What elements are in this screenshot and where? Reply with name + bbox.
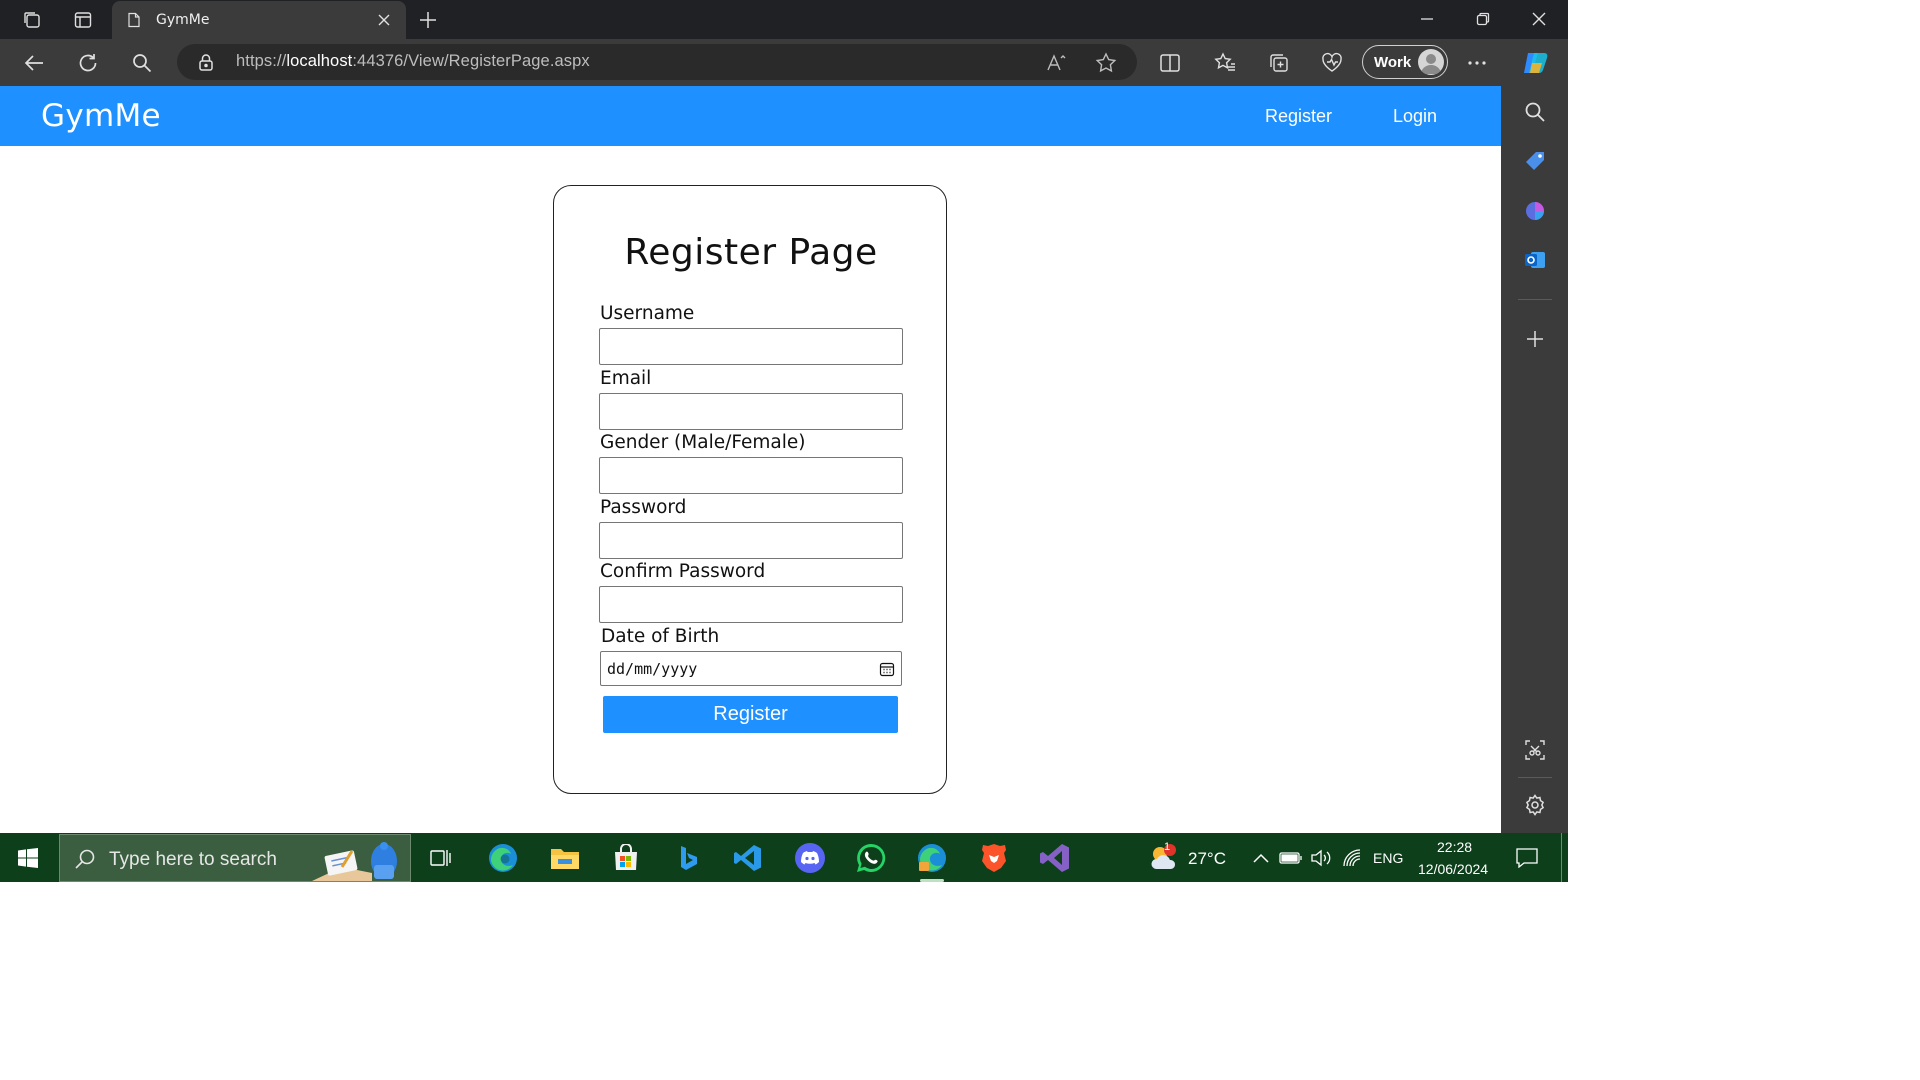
windows-start-icon[interactable] <box>18 848 38 868</box>
input-language[interactable]: ENG <box>1373 850 1403 866</box>
nav-login-link[interactable]: Login <box>1393 106 1437 127</box>
minimize-icon[interactable] <box>1407 4 1447 34</box>
taskbar-search-icon <box>75 849 95 869</box>
username-input[interactable] <box>599 328 903 365</box>
new-tab-icon[interactable] <box>414 6 442 34</box>
sidebar-search-icon[interactable] <box>1523 100 1547 124</box>
copilot-icon[interactable] <box>1520 48 1550 78</box>
web-page: GymMe Register Login Register Page Usern… <box>0 86 1501 833</box>
microsoft-store-icon[interactable] <box>609 841 643 875</box>
email-label: Email <box>600 368 652 389</box>
workspaces-icon[interactable] <box>18 6 46 34</box>
tab-actions-icon[interactable] <box>69 6 97 34</box>
outlook-icon[interactable] <box>1523 248 1547 272</box>
register-card: Register Page Username Email Gender (Mal… <box>553 185 947 794</box>
battery-icon[interactable] <box>1275 841 1307 875</box>
lock-icon[interactable] <box>197 53 215 71</box>
password-input[interactable] <box>599 522 903 559</box>
bing-icon[interactable] <box>670 841 704 875</box>
show-desktop-divider[interactable] <box>1561 833 1562 882</box>
site-navbar: GymMe Register Login <box>0 86 1501 146</box>
screenshot-icon[interactable] <box>1523 738 1547 762</box>
browser-tab-bar: GymMe <box>0 0 1568 39</box>
site-brand[interactable]: GymMe <box>41 98 161 134</box>
page-title: Register Page <box>624 232 878 273</box>
weather-temperature[interactable]: 27°C <box>1188 849 1226 869</box>
nav-register-link[interactable]: Register <box>1265 106 1332 127</box>
split-screen-icon[interactable] <box>1155 48 1185 78</box>
collections-icon[interactable] <box>1264 48 1294 78</box>
vscode-icon[interactable] <box>731 841 765 875</box>
gender-label: Gender (Male/Female) <box>600 432 806 453</box>
tab-title: GymMe <box>156 12 210 28</box>
edge-taskbar-icon[interactable] <box>486 841 520 875</box>
add-sidebar-app-icon[interactable] <box>1523 327 1547 351</box>
favorites-icon[interactable] <box>1210 48 1240 78</box>
taskbar-search-placeholder: Type here to search <box>109 849 277 870</box>
close-window-icon[interactable] <box>1519 4 1559 34</box>
task-view-icon[interactable] <box>424 841 458 875</box>
settings-gear-icon[interactable] <box>1523 793 1547 817</box>
file-explorer-icon[interactable] <box>548 841 582 875</box>
windows-taskbar: Type here to search 1 27°C ENG 22:28 12/… <box>0 833 1568 882</box>
brave-icon[interactable] <box>977 841 1011 875</box>
url-text[interactable]: https://localhost:44376/View/RegisterPag… <box>236 52 590 71</box>
register-button[interactable]: Register <box>603 696 898 733</box>
sidebar-divider <box>1518 299 1552 300</box>
avatar <box>1418 49 1444 75</box>
browser-toolbar: https://localhost:44376/View/RegisterPag… <box>0 39 1568 86</box>
confirm-password-input[interactable] <box>599 586 903 623</box>
show-hidden-icons-chevron-up-icon[interactable] <box>1245 841 1277 875</box>
weather-badge-count: 1 <box>1164 841 1171 853</box>
edge-drop-icon[interactable] <box>1523 199 1547 223</box>
edge-dev-taskbar-icon[interactable] <box>915 841 949 882</box>
page-icon <box>128 12 140 28</box>
notification-center-icon[interactable] <box>1510 841 1544 875</box>
close-tab-icon[interactable] <box>374 10 394 30</box>
address-bar[interactable]: https://localhost:44376/View/RegisterPag… <box>177 44 1137 80</box>
taskbar-search-box[interactable]: Type here to search <box>59 834 411 882</box>
profile-button[interactable]: Work <box>1362 45 1448 79</box>
calendar-icon[interactable] <box>879 661 895 677</box>
dob-label: Date of Birth <box>601 626 720 647</box>
search-highlight-illustration-icon <box>312 842 397 881</box>
clock-date[interactable]: 12/06/2024 <box>1418 861 1488 877</box>
volume-icon[interactable] <box>1305 841 1337 875</box>
refresh-icon[interactable] <box>73 48 103 78</box>
clock-time[interactable]: 22:28 <box>1437 839 1472 855</box>
visual-studio-icon[interactable] <box>1038 841 1072 875</box>
more-options-icon[interactable] <box>1462 48 1492 78</box>
browser-essentials-icon[interactable] <box>1317 48 1347 78</box>
email-input[interactable] <box>599 393 903 430</box>
gender-input[interactable] <box>599 457 903 494</box>
dob-placeholder: dd/mm/yyyy <box>607 660 698 678</box>
edge-sidebar <box>1501 86 1568 833</box>
restore-icon[interactable] <box>1463 4 1503 34</box>
favorite-star-icon[interactable] <box>1095 52 1117 74</box>
sidebar-divider-bottom <box>1518 777 1552 778</box>
confirm-password-label: Confirm Password <box>600 561 766 582</box>
profile-label: Work <box>1374 53 1412 71</box>
dob-date-input[interactable]: dd/mm/yyyy <box>600 651 902 686</box>
browser-tab-gymme[interactable]: GymMe <box>112 1 406 39</box>
username-label: Username <box>600 303 695 324</box>
discord-icon[interactable] <box>793 841 827 875</box>
search-icon[interactable] <box>127 48 157 78</box>
whatsapp-icon[interactable] <box>854 841 888 875</box>
password-label: Password <box>600 497 687 518</box>
shopping-tag-icon[interactable] <box>1523 149 1547 173</box>
wifi-icon[interactable] <box>1336 841 1368 875</box>
back-icon[interactable] <box>19 48 49 78</box>
read-aloud-icon[interactable] <box>1046 52 1068 74</box>
